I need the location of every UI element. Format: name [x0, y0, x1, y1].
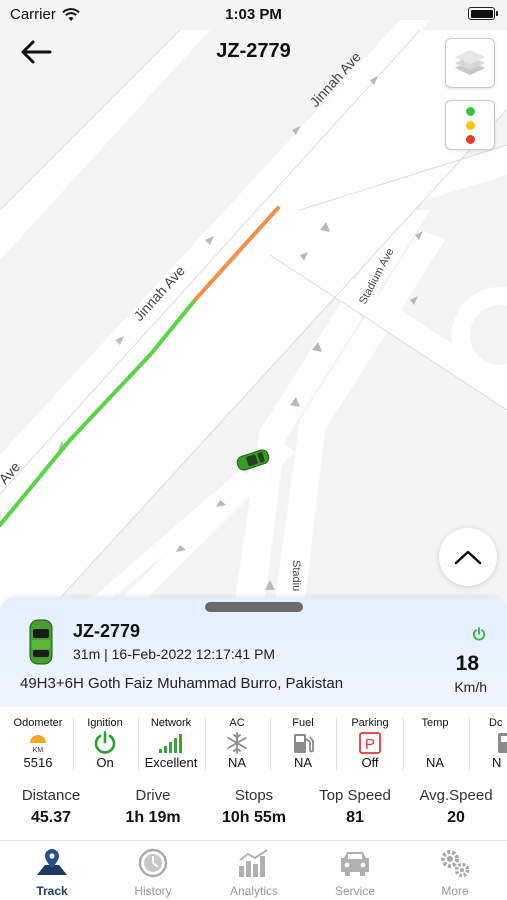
svg-text:KM: KM	[33, 747, 44, 754]
fuel-pump-icon	[294, 734, 314, 753]
vehicle-detail-sheet[interactable]: JZ-2779 31m | 16-Feb-2022 12:17:41 PM 49…	[0, 597, 507, 840]
power-icon	[94, 731, 116, 754]
map-canvas[interactable]: Jinnah Ave Jinnah Ave Stadium Ave Stadiu…	[0, 0, 507, 610]
tab-more[interactable]: More	[405, 847, 505, 899]
gears-icon	[441, 850, 470, 878]
stat-drive: Drive 1h 19m	[125, 787, 181, 826]
stat-avg-speed: Avg.Speed 20	[419, 787, 493, 826]
door-icon	[498, 733, 507, 753]
status-bar: Carrier 1:03 PM	[0, 0, 507, 28]
arrow-left-icon	[21, 40, 52, 64]
drag-handle[interactable]	[205, 602, 303, 612]
bar-chart-icon	[239, 849, 268, 877]
bottom-tab-bar: Track History Analytics Service More	[0, 840, 507, 900]
tab-history[interactable]: History	[103, 847, 203, 899]
tab-analytics[interactable]: Analytics	[204, 847, 304, 899]
layers-icon	[455, 50, 485, 75]
vehicle-summary: JZ-2779 31m | 16-Feb-2022 12:17:41 PM 49…	[0, 597, 507, 707]
sensor-fuel: Fuel NA	[292, 717, 314, 770]
road-label: Stadiu	[290, 560, 302, 591]
sensor-parking: Parking P Off	[351, 717, 389, 770]
vehicle-car-icon	[29, 619, 53, 665]
current-speed: 18	[455, 652, 479, 675]
sensor-strip[interactable]: Odometer KM 5516 Ignition On Network Exc…	[0, 714, 507, 776]
trip-stats: Distance 45.37 Drive 1h 19m Stops 10h 55…	[0, 787, 507, 837]
parking-icon: P	[359, 732, 381, 754]
expand-sheet-button[interactable]	[439, 528, 497, 586]
map-view[interactable]: Jinnah Ave Jinnah Ave Stadium Ave Stadiu…	[0, 0, 507, 610]
stat-stops: Stops 10h 55m	[221, 787, 287, 826]
chevron-up-icon	[454, 550, 482, 565]
sensor-temp: Temp NA	[402, 714, 468, 776]
clock: 1:03 PM	[225, 6, 282, 23]
svg-text:P: P	[365, 736, 375, 753]
history-clock-icon	[138, 848, 168, 878]
sensor-network: Network Excellent	[144, 717, 198, 770]
traffic-red-dot	[465, 134, 475, 144]
temperature-icon	[402, 732, 468, 754]
traffic-green-dot	[465, 106, 475, 116]
traffic-toggle-button[interactable]	[445, 100, 495, 150]
car-service-icon	[341, 852, 369, 876]
back-button[interactable]	[20, 38, 60, 68]
tab-track[interactable]: Track	[2, 847, 102, 899]
tab-service[interactable]: Service	[305, 847, 405, 899]
signal-bars-icon	[159, 734, 182, 753]
snowflake-icon	[227, 732, 247, 754]
vehicle-address: 49H3+6H Goth Faiz Muhammad Burro, Pakist…	[20, 675, 344, 692]
power-status-icon	[472, 627, 486, 641]
sensor-ac: AC NA	[204, 714, 270, 776]
map-pin-icon	[37, 849, 67, 875]
stat-top-speed: Top Speed 81	[319, 787, 391, 826]
map-layers-button[interactable]	[445, 38, 495, 88]
sensor-ignition: Ignition On	[87, 717, 123, 770]
stat-distance: Distance 45.37	[21, 787, 81, 826]
sensor-odometer: Odometer KM 5516	[13, 717, 63, 770]
odometer-icon: KM	[30, 735, 46, 754]
vehicle-last-update: 31m | 16-Feb-2022 12:17:41 PM	[73, 646, 276, 662]
battery-icon	[468, 7, 498, 20]
vehicle-name: JZ-2779	[73, 621, 141, 641]
traffic-yellow-dot	[465, 120, 475, 130]
speed-unit: Km/h	[454, 679, 487, 695]
sensor-door: Dc N	[472, 714, 507, 776]
